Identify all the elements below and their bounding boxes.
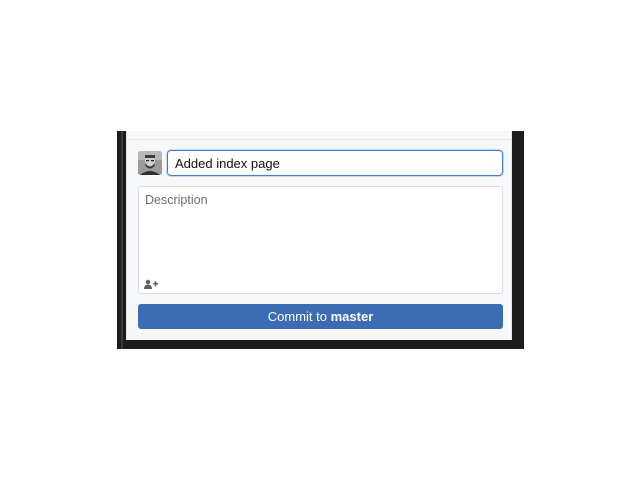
commit-panel: Commit to master [126,131,512,340]
commit-branch-name: master [330,309,374,324]
commit-description-input[interactable] [139,187,502,273]
commit-summary-input[interactable] [167,150,503,176]
add-coauthor-icon[interactable] [144,276,158,289]
commit-button[interactable]: Commit to master [138,304,503,329]
panel-divider [127,139,511,140]
user-avatar [138,151,162,175]
description-box [138,186,503,294]
commit-button-prefix: Commit to [267,309,327,324]
screen: Commit to master [0,0,640,480]
avatar-icon [138,151,162,175]
